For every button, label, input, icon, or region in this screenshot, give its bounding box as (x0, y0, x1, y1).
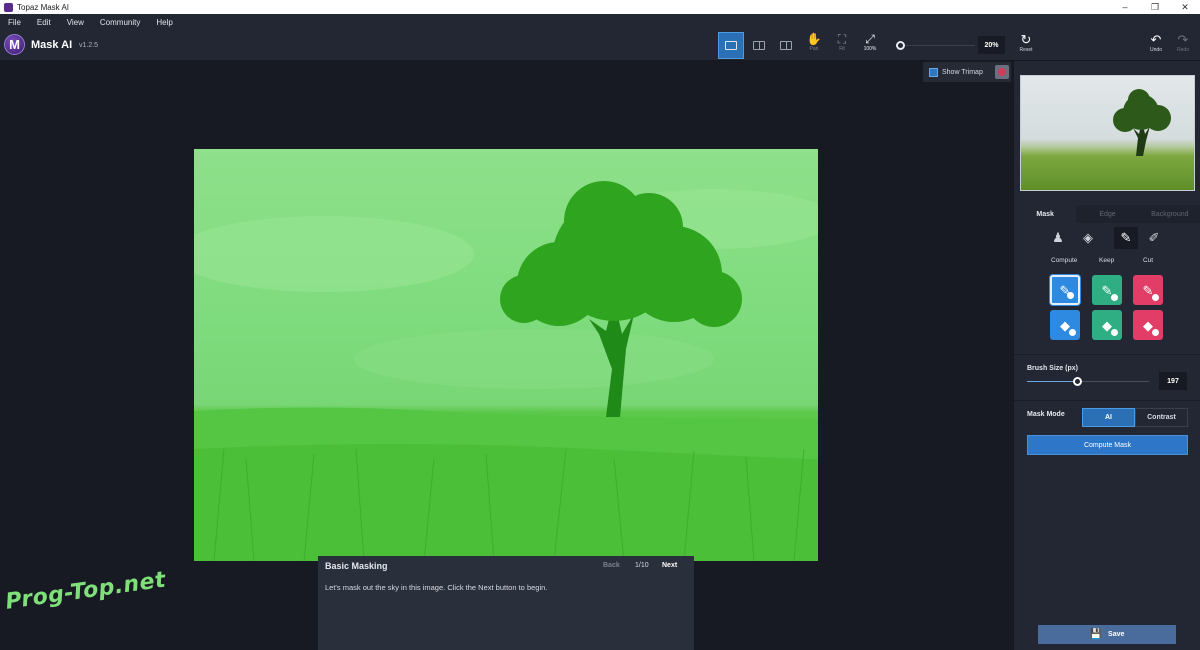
brush-size-slider-fill (1027, 381, 1077, 382)
keep-brush-button[interactable]: ✎ (1092, 275, 1122, 305)
undo-icon: ↶ (1150, 32, 1162, 47)
zoom-100-label: 100% (863, 46, 877, 52)
brush-size-label: Brush Size (px) (1027, 365, 1078, 372)
divider (1014, 400, 1200, 401)
thumbnail-image (1113, 89, 1171, 156)
fill-tool-icon[interactable]: ◈ (1076, 227, 1100, 249)
grass-foreground (194, 444, 818, 561)
menu-edit[interactable]: Edit (29, 18, 59, 27)
undo-button[interactable]: ↶ Undo (1146, 33, 1166, 59)
cloud (354, 329, 714, 389)
zoom-value-field[interactable]: 20% (978, 36, 1005, 54)
expand-icon: ⤢ (865, 32, 875, 46)
mask-mode-label: Mask Mode (1027, 411, 1065, 418)
minimize-button[interactable]: – (1110, 0, 1140, 14)
menu-bar: File Edit View Community Help (0, 14, 1200, 30)
save-label: Save (1108, 631, 1125, 638)
cloud (194, 216, 474, 292)
color-dot-icon (998, 68, 1006, 76)
image-content (194, 181, 818, 561)
brush-size-value-field[interactable]: 197 (1159, 372, 1187, 390)
compute-tool-icon[interactable]: ♟ (1046, 227, 1070, 249)
column-cut-label: Cut (1143, 257, 1154, 264)
redo-icon: ↷ (1177, 32, 1189, 47)
brush-size-slider-handle[interactable] (1073, 377, 1082, 386)
reset-icon: ↻ (1020, 32, 1032, 47)
show-trimap-toggle[interactable]: Show Trimap (923, 62, 1011, 82)
app-version: v1.2.5 (79, 42, 99, 49)
cut-brush-button[interactable]: ✎ (1133, 275, 1163, 305)
right-panel: Mask Edge Background ♟ ◈ ✎ ✐ Compute Kee… (1013, 61, 1200, 650)
brush-tool-icon[interactable]: ✎ (1114, 227, 1138, 249)
tab-background[interactable]: Background (1139, 205, 1200, 223)
show-trimap-checkbox[interactable] (929, 67, 938, 77)
compute-brush-button[interactable]: ✎ (1050, 275, 1080, 305)
hand-icon: ✋ (806, 32, 822, 46)
tutorial-body-text: Let's mask out the sky in this image. Cl… (325, 583, 548, 592)
keep-fill-button[interactable]: ◆ (1092, 310, 1122, 340)
paint-bucket-icon: ◆ (1060, 317, 1070, 333)
eyedropper-tool-icon[interactable]: ✐ (1142, 227, 1166, 249)
zoom-slider-track[interactable] (905, 45, 975, 46)
menu-community[interactable]: Community (92, 18, 148, 27)
split-view-icon (780, 41, 792, 50)
mask-mode-ai-button[interactable]: AI (1082, 408, 1135, 427)
mask-tool-row: ♟ ◈ ✎ ✐ (1014, 227, 1200, 249)
navigator-thumbnail[interactable] (1020, 75, 1195, 191)
window-title: Topaz Mask AI (17, 2, 70, 12)
reset-label: Reset (1019, 47, 1033, 53)
menu-view[interactable]: View (59, 18, 92, 27)
menu-file[interactable]: File (0, 18, 29, 27)
paint-bucket-icon: ◆ (1143, 317, 1153, 333)
single-view-icon (725, 41, 737, 50)
redo-button[interactable]: ↷ Redo (1173, 33, 1193, 59)
menu-help[interactable]: Help (148, 18, 180, 27)
pan-label: Pan (809, 46, 819, 52)
tutorial-title: Basic Masking (325, 561, 388, 571)
floppy-disk-icon: 💾 (1089, 629, 1103, 640)
fit-label: Fit (839, 46, 845, 52)
mask-mode-contrast-button[interactable]: Contrast (1135, 408, 1188, 427)
paint-bucket-icon: ◆ (1102, 317, 1112, 333)
save-button[interactable]: 💾 Save (1038, 625, 1176, 644)
side-by-side-view-button[interactable] (746, 32, 772, 59)
zoom-100-button[interactable]: ⤢ 100% (858, 33, 882, 59)
app-logo: M (4, 34, 25, 55)
app-icon (4, 2, 13, 12)
split-view-button[interactable] (773, 32, 799, 59)
window-titlebar: Topaz Mask AI – ❐ ✕ (0, 0, 1200, 14)
redo-label: Redo (1177, 47, 1189, 53)
tutorial-popup: Basic Masking Back 1/10 Next Let's mask … (318, 556, 694, 650)
cut-fill-button[interactable]: ◆ (1133, 310, 1163, 340)
compute-fill-button[interactable]: ◆ (1050, 310, 1080, 340)
restore-button[interactable]: ❐ (1140, 0, 1170, 14)
fit-button[interactable]: ⛶ Fit (830, 33, 854, 59)
fit-screen-icon: ⛶ (837, 32, 847, 46)
reset-button[interactable]: ↻ Reset (1014, 33, 1038, 59)
close-button[interactable]: ✕ (1170, 0, 1200, 14)
masked-image-preview[interactable] (194, 149, 818, 561)
trimap-color-swatch[interactable] (995, 65, 1009, 79)
show-trimap-label: Show Trimap (942, 68, 983, 76)
compute-mask-button[interactable]: Compute Mask (1027, 435, 1188, 455)
tutorial-back-button[interactable]: Back (603, 562, 620, 569)
zoom-slider-handle[interactable] (896, 41, 905, 50)
divider (1014, 354, 1200, 355)
column-compute-label: Compute (1051, 257, 1078, 264)
column-keep-label: Keep (1099, 257, 1115, 264)
side-by-side-view-icon (753, 41, 765, 50)
single-view-button[interactable] (718, 32, 744, 59)
undo-label: Undo (1150, 47, 1162, 53)
tutorial-next-button[interactable]: Next (662, 562, 677, 569)
app-name: Mask AI (31, 39, 73, 51)
tab-edge[interactable]: Edge (1076, 205, 1138, 223)
tab-mask[interactable]: Mask (1014, 205, 1077, 223)
tutorial-step-counter: 1/10 (635, 562, 649, 569)
pan-button[interactable]: ✋ Pan (802, 33, 826, 59)
panel-tabs: Mask Edge Background (1014, 205, 1200, 223)
